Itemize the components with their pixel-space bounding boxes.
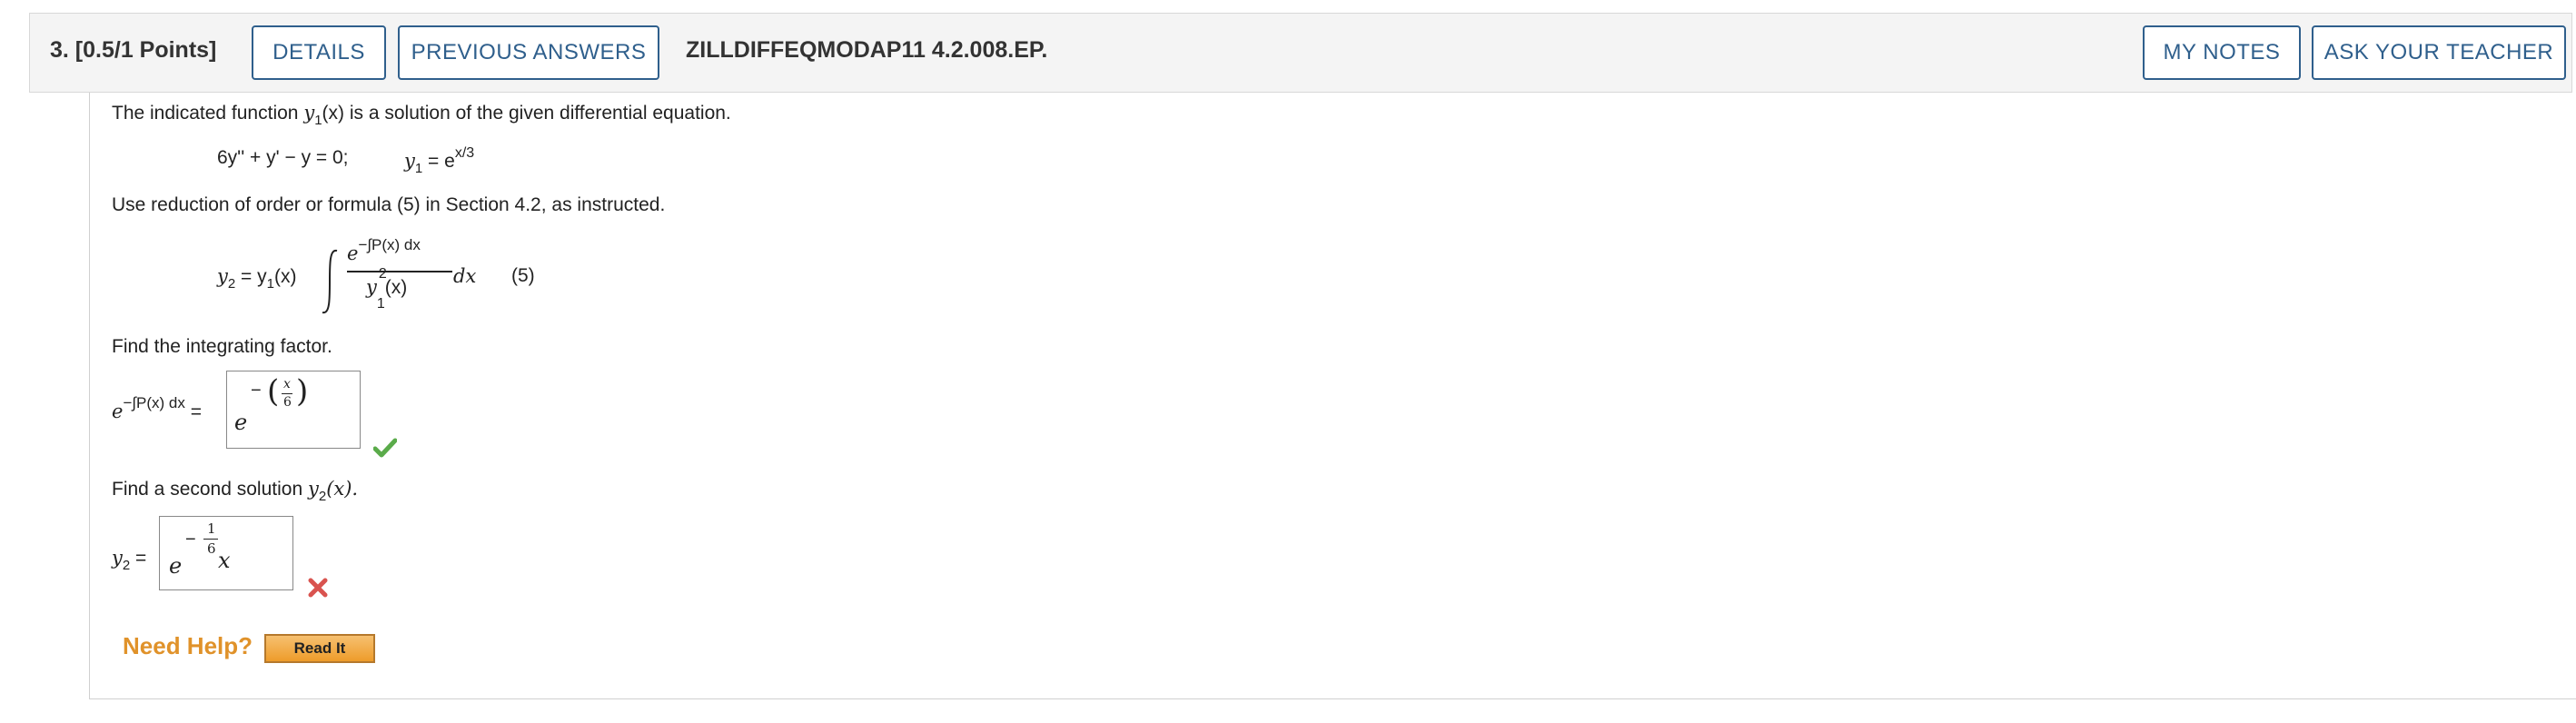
integrating-factor-label: e−∫P(x) dx =	[112, 394, 202, 422]
y1-definition: y1 = ex/3	[404, 145, 475, 176]
fraction-bar	[347, 271, 452, 272]
formula-lhs: y2 = y1(x)	[217, 265, 297, 292]
answer-numerator: 1	[207, 520, 216, 537]
formula-denominator: y 2 1(x)	[366, 266, 408, 312]
second-solution-prompt: Find a second solution y2(x).	[112, 478, 359, 504]
question-content: The indicated function y1(x) is a soluti…	[89, 93, 2576, 699]
answer-exponent-sign: −	[251, 381, 262, 401]
left-paren-icon: (	[267, 373, 280, 410]
answer-base: e	[234, 410, 248, 435]
question-header: 3. [0.5/1 Points] DETAILS PREVIOUS ANSWE…	[29, 13, 2572, 93]
problem-code: ZILLDIFFEQMODAP11 4.2.008.EP.	[686, 37, 1048, 63]
second-solution-label: y2 =	[112, 547, 147, 573]
answer-denominator: 6	[207, 540, 216, 557]
differential-equation: 6y'' + y' − y = 0;	[217, 147, 349, 168]
formula-numerator: e−∫P(x) dx	[347, 236, 421, 264]
details-button[interactable]: DETAILS	[252, 25, 386, 80]
ask-your-teacher-button[interactable]: ASK YOUR TEACHER	[2312, 25, 2566, 80]
previous-answers-button[interactable]: PREVIOUS ANSWERS	[398, 25, 659, 80]
answer-fraction-bar	[203, 539, 218, 540]
formula-dx: dx	[453, 265, 477, 287]
second-solution-answer-box[interactable]: e − 1 6 x	[159, 516, 293, 590]
answer-variable: x	[218, 548, 231, 573]
need-help-label: Need Help?	[123, 632, 253, 659]
integral-sign-icon	[322, 249, 338, 314]
intro-text: The indicated function y1(x) is a soluti…	[112, 102, 731, 128]
answer-numerator: x	[283, 377, 291, 391]
question-number-points: 3. [0.5/1 Points]	[50, 37, 217, 63]
incorrect-cross-icon	[308, 578, 328, 598]
integrating-factor-prompt: Find the integrating factor.	[112, 336, 332, 357]
answer-fraction-bar	[282, 393, 292, 394]
correct-check-icon	[373, 438, 397, 458]
my-notes-button[interactable]: MY NOTES	[2143, 25, 2301, 80]
integrating-factor-answer-box[interactable]: e − ( x 6 )	[226, 371, 361, 449]
read-it-button[interactable]: Read It	[264, 634, 375, 663]
answer-denominator: 6	[283, 395, 292, 410]
answer-base: e	[169, 553, 183, 579]
instruction-text: Use reduction of order or formula (5) in…	[112, 194, 666, 215]
right-paren-icon: )	[296, 373, 309, 410]
answer-exponent-sign: −	[185, 530, 196, 550]
formula-number: (5)	[511, 265, 535, 286]
